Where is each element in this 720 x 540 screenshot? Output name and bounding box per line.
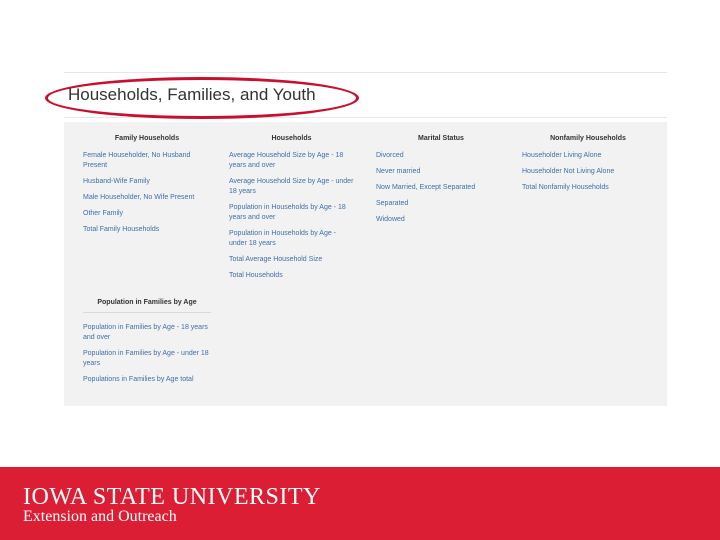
topic-link[interactable]: Average Household Size by Age - under 18… — [229, 177, 354, 197]
topic-link[interactable]: Now Married, Except Separated — [376, 183, 506, 193]
column-heading: Marital Status — [418, 135, 464, 142]
column-family-households: Family Households Female Householder, No… — [83, 135, 211, 241]
footer-banner: IOWA STATE UNIVERSITY Extension and Outr… — [0, 467, 720, 540]
topic-link[interactable]: Populations in Families by Age total — [83, 375, 211, 385]
topic-link[interactable]: Other Family — [83, 209, 211, 219]
embedded-screenshot: Households, Families, and Youth Family H… — [45, 72, 667, 406]
column-marital-status: Marital Status Divorced Never married No… — [376, 135, 506, 231]
topic-link[interactable]: Female Householder, No Husband Present — [83, 151, 211, 171]
topic-link[interactable]: Total Households — [229, 271, 354, 281]
topic-link[interactable]: Total Nonfamily Households — [522, 183, 654, 193]
topic-link[interactable]: Widowed — [376, 215, 506, 225]
column-households: Households Average Household Size by Age… — [229, 135, 354, 287]
topic-link[interactable]: Separated — [376, 199, 506, 209]
group-heading: Population in Families by Age — [83, 294, 211, 313]
topic-link[interactable]: Population in Families by Age - under 18… — [83, 349, 211, 369]
column-nonfamily-households: Nonfamily Households Householder Living … — [522, 135, 654, 199]
extension-subtitle: Extension and Outreach — [23, 508, 177, 525]
title-bar: Households, Families, and Youth — [45, 72, 667, 119]
topic-link[interactable]: Husband-Wife Family — [83, 177, 211, 187]
topic-link[interactable]: Average Household Size by Age - 18 years… — [229, 151, 354, 171]
topic-link[interactable]: Total Family Households — [83, 225, 211, 235]
page-title: Households, Families, and Youth — [68, 85, 316, 104]
column-heading: Nonfamily Households — [550, 135, 626, 142]
topic-link[interactable]: Male Householder, No Wife Present — [83, 193, 211, 203]
population-in-families-group: Population in Families by Age Population… — [83, 294, 211, 391]
column-heading: Households — [271, 135, 312, 142]
university-wordmark: IOWA STATE UNIVERSITY — [23, 484, 321, 510]
topic-link[interactable]: Divorced — [376, 151, 506, 161]
topic-link[interactable]: Householder Living Alone — [522, 151, 654, 161]
topic-link[interactable]: Population in Households by Age - under … — [229, 229, 354, 249]
topic-link[interactable]: Total Average Household Size — [229, 255, 354, 265]
topic-link[interactable]: Population in Households by Age - 18 yea… — [229, 203, 354, 223]
column-heading: Family Households — [114, 135, 180, 142]
topic-link[interactable]: Never married — [376, 167, 506, 177]
topic-link[interactable]: Population in Families by Age - 18 years… — [83, 323, 211, 343]
topic-link[interactable]: Householder Not Living Alone — [522, 167, 654, 177]
topics-panel: Family Households Female Householder, No… — [64, 122, 667, 406]
